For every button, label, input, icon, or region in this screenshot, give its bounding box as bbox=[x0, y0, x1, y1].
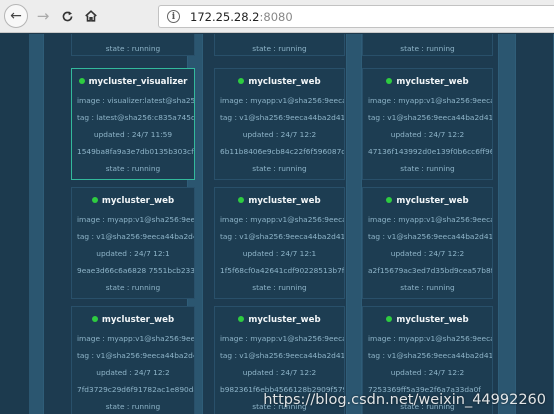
updated-text: updated : 24/7 11:59 bbox=[93, 130, 173, 139]
image-text: image : myapp:v1@sha256:9eeca4e bbox=[220, 96, 345, 105]
image-text: image : myapp:v1@sha256:9eeca4e bbox=[220, 215, 345, 224]
node-divider bbox=[499, 34, 515, 414]
image-text: image : myapp:v1@sha256:9eeca4e bbox=[368, 96, 493, 105]
running-status-dot bbox=[91, 316, 98, 322]
container-card[interactable]: mycluster_webimage : myapp:v1@sha256:9ee… bbox=[71, 187, 195, 299]
home-icon[interactable] bbox=[80, 5, 102, 27]
updated-text: updated : 24/7 12:2 bbox=[390, 130, 465, 139]
tag-text: tag : v1@sha256:9eeca44ba2d410e bbox=[220, 351, 345, 360]
image-text: image : visualizer:latest@sha256:c bbox=[77, 96, 195, 105]
service-name: mycluster_web bbox=[215, 196, 344, 206]
node-divider bbox=[29, 34, 43, 414]
running-status-dot bbox=[238, 78, 245, 84]
reload-icon[interactable] bbox=[56, 5, 78, 27]
container-id-text: 7fd3729c29d6f91782ac1e890da73 bbox=[77, 385, 195, 394]
running-status-dot bbox=[78, 78, 85, 84]
container-id-text: 1f5f68cf0a42641cdf90228513b7fcec bbox=[220, 266, 345, 275]
info-icon[interactable]: i bbox=[167, 10, 180, 23]
container-card[interactable]: mycluster_webimage : myapp:v1@sha256:9ee… bbox=[214, 68, 345, 180]
service-name: mycluster_web bbox=[72, 315, 194, 325]
state-text: state : running bbox=[105, 402, 161, 411]
service-name-text: mycluster_web bbox=[396, 196, 469, 206]
running-status-dot bbox=[386, 78, 393, 84]
container-id-text: 9eae3d66c6a6828 7551bcb2337ebf bbox=[77, 266, 195, 275]
service-name: mycluster_web bbox=[363, 196, 492, 206]
tag-text: tag : v1@sha256:9eeca44ba2d410e bbox=[220, 113, 345, 122]
service-name: mycluster_web bbox=[363, 315, 492, 325]
service-name-text: mycluster_web bbox=[248, 77, 321, 87]
container-id-text: a2f15679ac3ed7d35bd9cea57b8f84 bbox=[368, 266, 493, 275]
state-text: state : running bbox=[400, 283, 455, 292]
updated-text: updated : 24/7 12:2 bbox=[96, 368, 170, 377]
container-card-partial[interactable]: state : running bbox=[214, 34, 345, 56]
image-text: image : myapp:v1@sha256:9eeca4e bbox=[368, 334, 493, 343]
state-text: state : running bbox=[252, 44, 307, 53]
url-port: :8080 bbox=[259, 9, 293, 24]
image-text: image : myapp:v1@sha256:9eeca4e bbox=[368, 215, 493, 224]
container-id-text: 47136f143992d0e139f0b6cc6ff961 bbox=[368, 147, 493, 156]
running-status-dot bbox=[238, 197, 245, 203]
container-id-text: 6b11b8406e9cb84c22f6f596087ca bbox=[220, 147, 345, 156]
service-name-text: mycluster_web bbox=[101, 196, 175, 206]
running-status-dot bbox=[238, 316, 245, 322]
updated-text: updated : 24/7 12:2 bbox=[390, 249, 465, 258]
container-card[interactable]: mycluster_visualizerimage : visualizer:l… bbox=[71, 68, 195, 180]
state-text: state : running bbox=[400, 164, 455, 173]
running-status-dot bbox=[91, 197, 98, 203]
tag-text: tag : v1@sha256:9eeca44ba2d410e bbox=[77, 232, 194, 241]
service-name: mycluster_web bbox=[72, 196, 194, 206]
container-card-partial[interactable]: state : running bbox=[362, 34, 493, 56]
container-card-partial[interactable]: state : running bbox=[71, 34, 195, 56]
watermark: https://blog.csdn.net/weixin_44992260 bbox=[263, 392, 546, 408]
arrow-left-icon[interactable]: ← bbox=[4, 4, 28, 28]
service-name-text: mycluster_web bbox=[248, 315, 321, 325]
state-text: state : running bbox=[105, 44, 161, 53]
service-name: mycluster_web bbox=[215, 77, 344, 87]
tag-text: tag : v1@sha256:9eeca44ba2d410e bbox=[77, 351, 194, 360]
url-host: 172.25.28.2 bbox=[190, 9, 260, 24]
service-name: mycluster_visualizer bbox=[72, 77, 194, 87]
container-card[interactable]: mycluster_webimage : myapp:v1@sha256:9ee… bbox=[214, 187, 345, 299]
service-name-text: mycluster_web bbox=[396, 77, 469, 87]
container-card[interactable]: mycluster_webimage : myapp:v1@sha256:9ee… bbox=[362, 68, 493, 180]
service-name: mycluster_web bbox=[215, 315, 344, 325]
running-status-dot bbox=[386, 316, 393, 322]
service-name-text: mycluster_web bbox=[101, 315, 175, 325]
container-id-text: 1549ba8fa9a3e7db0135b303cf96a bbox=[77, 147, 195, 156]
updated-text: updated : 24/7 12:1 bbox=[242, 249, 317, 258]
container-card[interactable]: mycluster_webimage : myapp:v1@sha256:9ee… bbox=[362, 187, 493, 299]
arrow-right-icon[interactable]: → bbox=[32, 5, 54, 27]
updated-text: updated : 24/7 12:2 bbox=[242, 368, 317, 377]
state-text: state : running bbox=[252, 164, 307, 173]
state-text: state : running bbox=[400, 44, 455, 53]
tag-text: tag : v1@sha256:9eeca44ba2d410e bbox=[368, 113, 493, 122]
node-divider bbox=[347, 34, 361, 414]
updated-text: updated : 24/7 12:1 bbox=[96, 249, 170, 258]
tag-text: tag : latest@sha256:c835a745d99e bbox=[77, 113, 194, 122]
image-text: image : myapp:v1@sha256:9eeca4e bbox=[77, 215, 195, 224]
container-card[interactable]: mycluster_webimage : myapp:v1@sha256:9ee… bbox=[71, 306, 195, 414]
tag-text: tag : v1@sha256:9eeca44ba2d410e bbox=[368, 351, 493, 360]
visualizer-page: state : running state : running state : ru… bbox=[0, 34, 554, 414]
updated-text: updated : 24/7 12:2 bbox=[242, 130, 317, 139]
image-text: image : myapp:v1@sha256:9eeca4e bbox=[220, 334, 345, 343]
state-text: state : running bbox=[105, 283, 161, 292]
state-text: state : running bbox=[105, 164, 161, 173]
service-name-text: mycluster_web bbox=[248, 196, 321, 206]
tag-text: tag : v1@sha256:9eeca44ba2d410e bbox=[368, 232, 493, 241]
running-status-dot bbox=[386, 197, 393, 203]
address-bar[interactable]: i 172.25.28.2:8080 bbox=[158, 5, 554, 28]
node-column-4 bbox=[515, 34, 554, 414]
image-text: image : myapp:v1@sha256:9eeca4e bbox=[77, 334, 195, 343]
service-name-text: mycluster_visualizer bbox=[88, 77, 188, 87]
state-text: state : running bbox=[252, 283, 307, 292]
browser-toolbar: ← → i 172.25.28.2:8080 bbox=[0, 0, 554, 33]
service-name-text: mycluster_web bbox=[396, 315, 469, 325]
tag-text: tag : v1@sha256:9eeca44ba2d410e bbox=[220, 232, 345, 241]
updated-text: updated : 24/7 12:2 bbox=[390, 368, 465, 377]
service-name: mycluster_web bbox=[363, 77, 492, 87]
